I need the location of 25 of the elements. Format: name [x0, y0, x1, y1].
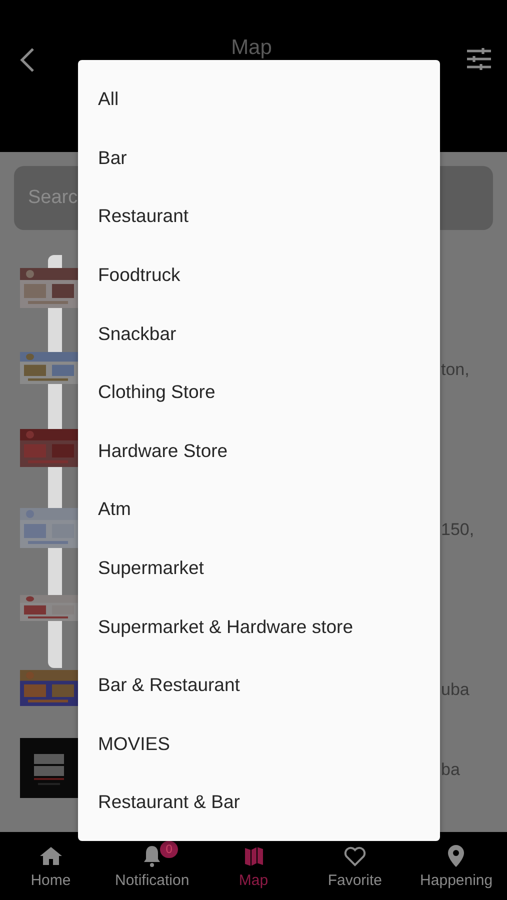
menu-item[interactable]: MOVIES — [78, 714, 440, 774]
menu-item[interactable]: Clothing Store — [78, 362, 440, 422]
place-address: uba — [441, 680, 470, 700]
menu-item[interactable]: Hardware Store — [78, 422, 440, 480]
place-address: ba — [441, 760, 460, 780]
screen-title: Map — [231, 36, 272, 60]
nav-tab[interactable]: Favorite — [304, 832, 406, 900]
menu-item[interactable]: Atm — [78, 480, 440, 539]
heart-icon — [342, 844, 367, 868]
place-address: ton, — [441, 360, 470, 380]
nav-tab[interactable]: Home — [0, 832, 102, 900]
filter-icon[interactable] — [466, 48, 491, 70]
menu-item[interactable]: Bar & Restaurant — [78, 656, 440, 715]
menu-item[interactable]: Restaurant & Bar — [78, 773, 440, 832]
back-icon[interactable] — [18, 47, 36, 73]
notification-badge: 0 — [160, 841, 178, 858]
home-icon — [38, 844, 63, 868]
menu-item[interactable]: All — [78, 70, 440, 129]
menu-item[interactable]: Foodtruck — [78, 246, 440, 304]
menu-item[interactable]: Restaurant — [78, 187, 440, 246]
place-address: 150, — [441, 520, 474, 540]
menu-item[interactable]: Supermarket — [78, 538, 440, 598]
menu-item[interactable]: Snackbar — [78, 304, 440, 363]
menu-item[interactable]: Supermarket & Hardware store — [78, 597, 440, 656]
menu-item[interactable]: Bar — [78, 128, 440, 188]
